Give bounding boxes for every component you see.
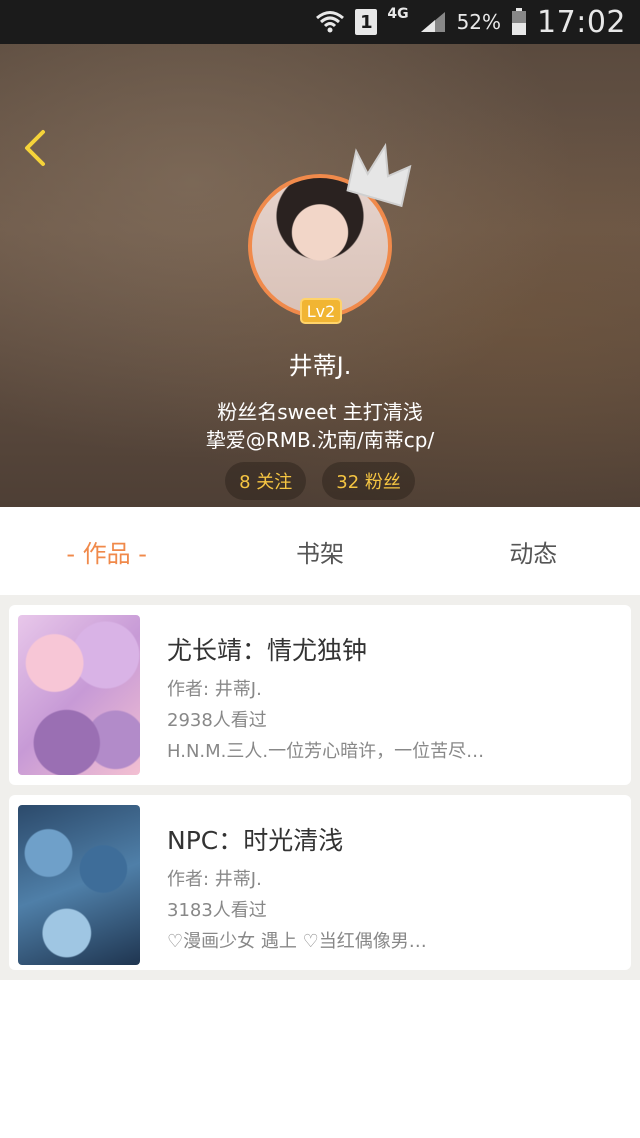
bio-line-1: 粉丝名sweet 主打清浅 (217, 400, 423, 424)
sim-slot-indicator: 1 (355, 9, 378, 35)
avatar-container: Lv2 (248, 142, 412, 324)
bio-line-2: 挚爱@RMB.沈南/南蒂cp/ (205, 428, 435, 452)
tab-works[interactable]: - 作品 - (0, 534, 213, 569)
list-item[interactable]: 尤长靖：情尤独钟 作者: 井蒂J. 2938人看过 H.N.M.三人.一位芳心暗… (9, 605, 631, 785)
back-button[interactable] (14, 128, 54, 172)
wifi-icon (315, 9, 345, 35)
signal-icon (419, 10, 447, 34)
battery-icon (511, 8, 527, 36)
network-type: 4G (387, 6, 409, 22)
crown-icon (346, 142, 416, 208)
username: 井蒂J. (288, 352, 352, 380)
profile-header: Lv2 井蒂J. 粉丝名sweet 主打清浅 挚爱@RMB.沈南/南蒂cp/ 8… (0, 44, 640, 507)
battery-percent: 52% (456, 10, 502, 34)
status-bar: 1 4G 52% 17:02 (0, 0, 640, 44)
profile-tabs: - 作品 - 书架 动态 (0, 507, 640, 595)
book-cover (18, 615, 140, 775)
works-list: 尤长靖：情尤独钟 作者: 井蒂J. 2938人看过 H.N.M.三人.一位芳心暗… (0, 595, 640, 980)
chevron-left-icon (21, 128, 47, 172)
following-count-button[interactable]: 8 关注 (225, 462, 307, 500)
book-views: 3183人看过 (167, 900, 267, 921)
clock: 17:02 (537, 4, 626, 40)
book-views: 2938人看过 (167, 710, 267, 731)
book-author: 作者: 井蒂J. (167, 869, 262, 890)
book-author: 作者: 井蒂J. (167, 679, 262, 700)
followers-count-button[interactable]: 32 粉丝 (322, 462, 415, 500)
tab-activity[interactable]: 动态 (427, 534, 640, 569)
level-badge: Lv2 (300, 298, 342, 324)
follow-stats: 8 关注 32 粉丝 (0, 462, 640, 500)
tab-bookshelf[interactable]: 书架 (213, 534, 426, 569)
book-cover (18, 805, 140, 965)
book-description: H.N.M.三人.一位芳心暗许，一位苦尽… (167, 741, 485, 762)
book-title: 尤长靖：情尤独钟 (167, 636, 368, 665)
list-item[interactable]: NPC：时光清浅 作者: 井蒂J. 3183人看过 ♡漫画少女 遇上 ♡当红偶像… (9, 795, 631, 970)
book-description: ♡漫画少女 遇上 ♡当红偶像男… (167, 931, 427, 952)
book-title: NPC：时光清浅 (167, 826, 344, 855)
